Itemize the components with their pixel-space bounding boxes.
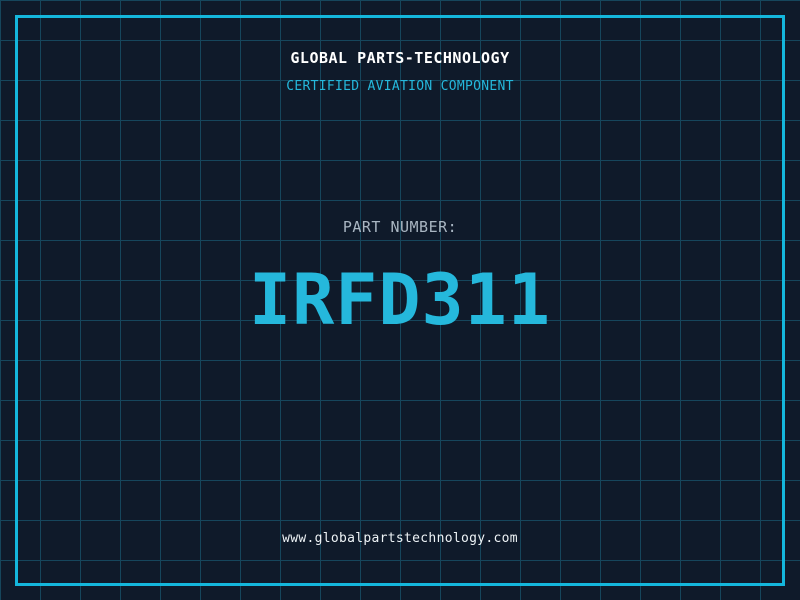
brand-title: GLOBAL PARTS-TECHNOLOGY xyxy=(290,49,510,67)
part-number-label: PART NUMBER: xyxy=(342,218,458,236)
website-url: www.globalpartstechnology.com xyxy=(282,531,518,546)
part-number-value: IRFD311 xyxy=(248,259,551,341)
certification-subtitle: CERTIFIED AVIATION COMPONENT xyxy=(286,79,514,94)
component-certificate-card: GLOBAL PARTS-TECHNOLOGY CERTIFIED AVIATI… xyxy=(0,0,800,600)
